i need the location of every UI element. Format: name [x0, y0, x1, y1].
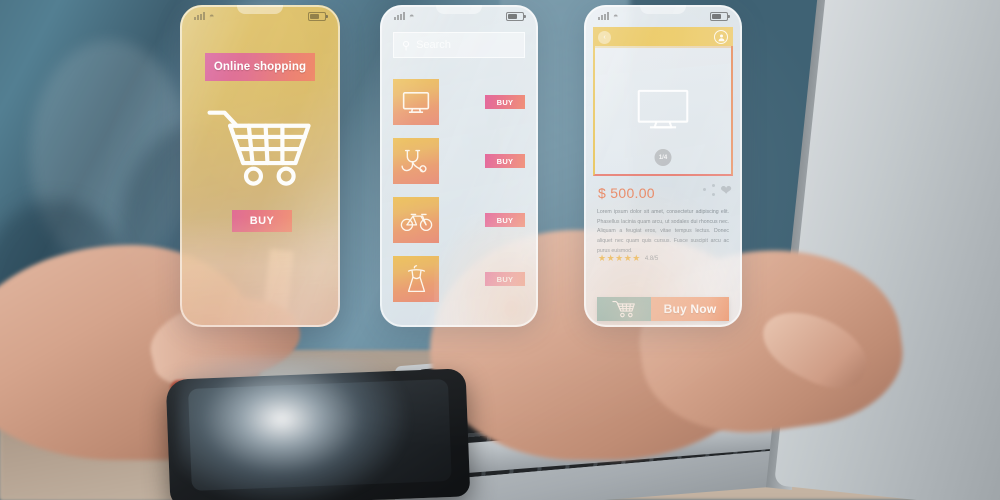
list-item[interactable]: BUY [393, 197, 525, 243]
star-rating-icon: ★★★★★ [598, 253, 641, 263]
page-title: Online shopping [205, 53, 315, 81]
television-icon [393, 79, 439, 125]
status-bar: ◓ [584, 5, 742, 27]
list-item[interactable]: BUY [393, 138, 525, 184]
product-price: $ 500.00 [598, 185, 655, 201]
buy-button[interactable]: BUY [485, 154, 525, 168]
floating-product-detail-screen[interactable]: ◓ ‹ 1/4 $ 500.00 ❤ Lorem ipsum dolor sit… [584, 5, 742, 327]
buy-button[interactable]: BUY [232, 210, 292, 232]
stethoscope-icon [393, 138, 439, 184]
buy-button[interactable]: BUY [485, 95, 525, 109]
rating-value: 4.8/5 [644, 255, 659, 262]
bicycle-icon [393, 197, 439, 243]
status-bar: ◓ [380, 5, 538, 27]
product-description: Lorem ipsum dolor sit amet, consectetur … [597, 209, 729, 254]
battery-icon [710, 11, 730, 21]
list-item[interactable]: BUY [393, 256, 525, 302]
shopping-cart-icon [612, 300, 635, 317]
wifi-icon: ◓ [409, 10, 415, 21]
signal-bars-icon [194, 12, 205, 20]
buy-now-button[interactable]: Buy Now [651, 297, 729, 321]
signal-bars-icon [598, 12, 609, 20]
search-icon: ⚲ [402, 39, 411, 52]
signal-bars-icon [394, 12, 405, 20]
dress-icon [393, 256, 439, 302]
search-placeholder: Search [416, 39, 451, 51]
product-actions: ❤ [703, 183, 732, 197]
list-item[interactable]: BUY [393, 79, 525, 125]
image-counter-badge: 1/4 [654, 149, 672, 166]
buy-button[interactable]: BUY [485, 213, 525, 227]
screenshot-scene: ◓ Online shopping BUY ◓ ⚲ Search BUY BUY… [0, 0, 1000, 500]
app-header-bar: ‹ [593, 27, 733, 47]
user-account-icon[interactable] [714, 30, 728, 44]
product-image-area[interactable]: 1/4 [593, 46, 733, 176]
panel-bottom-glow [180, 217, 340, 327]
search-input[interactable]: ⚲ Search [393, 32, 525, 58]
purchase-bar[interactable]: Buy Now [597, 297, 729, 321]
shopping-cart-icon [204, 105, 316, 195]
floating-product-list-screen[interactable]: ◓ ⚲ Search BUY BUY BUY BUY [380, 5, 538, 327]
battery-icon [308, 11, 328, 21]
status-bar: ◓ [180, 5, 340, 27]
floating-home-screen[interactable]: ◓ Online shopping BUY [180, 5, 340, 327]
heart-icon[interactable]: ❤ [720, 183, 732, 197]
wifi-icon: ◓ [209, 10, 215, 21]
battery-icon [506, 11, 526, 21]
back-arrow-icon[interactable]: ‹ [598, 30, 611, 44]
share-icon[interactable] [703, 184, 716, 196]
television-icon [637, 89, 689, 128]
product-rating: ★★★★★ 4.8/5 [598, 253, 658, 264]
add-to-cart-button[interactable] [597, 297, 651, 321]
buy-button[interactable]: BUY [485, 272, 525, 286]
wifi-icon: ◓ [613, 10, 619, 21]
